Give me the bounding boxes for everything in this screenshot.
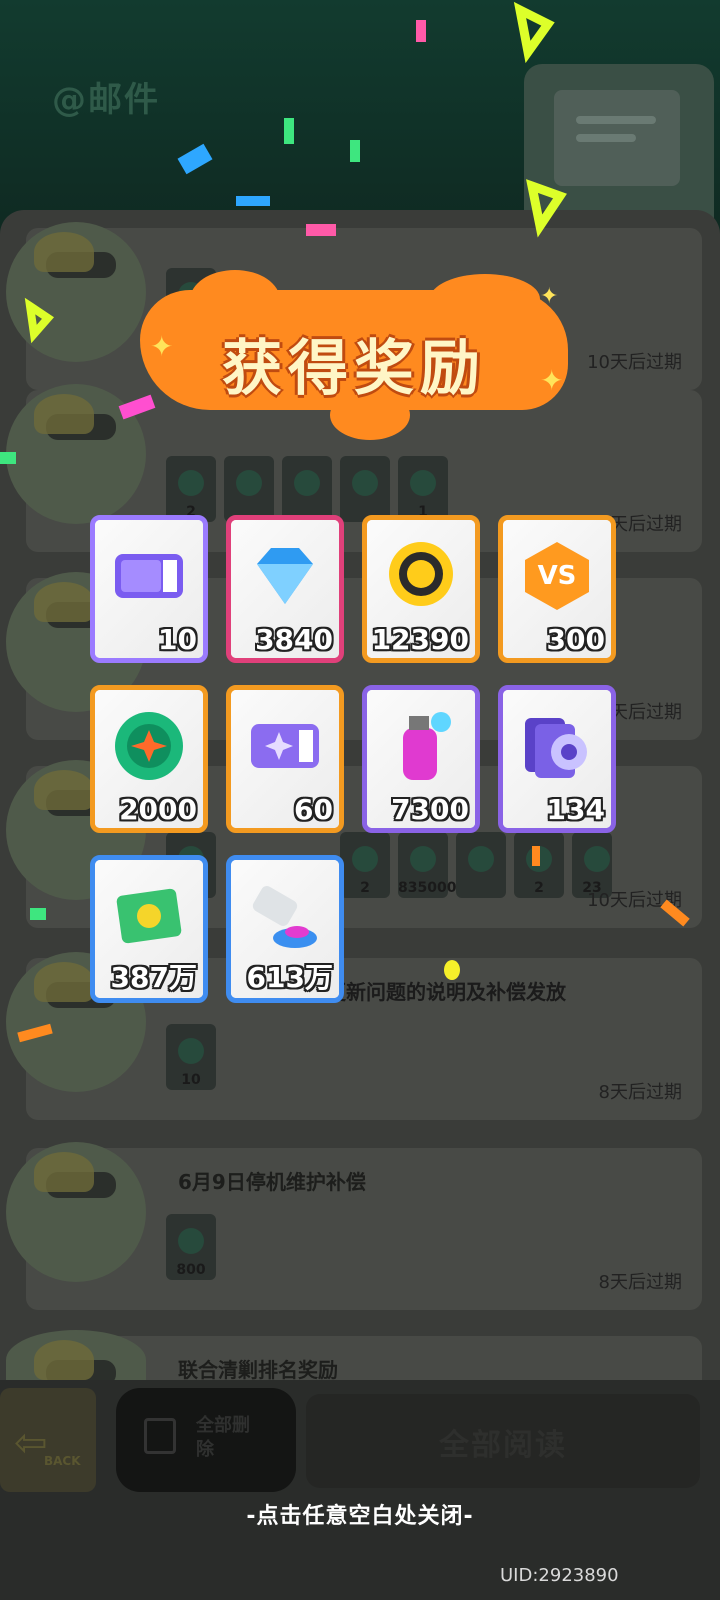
confetti-decoration (0, 1, 690, 1043)
uid-label: UID:2923890 (500, 1565, 619, 1586)
close-hint[interactable]: -点击任意空白处关闭- (0, 1498, 720, 1530)
